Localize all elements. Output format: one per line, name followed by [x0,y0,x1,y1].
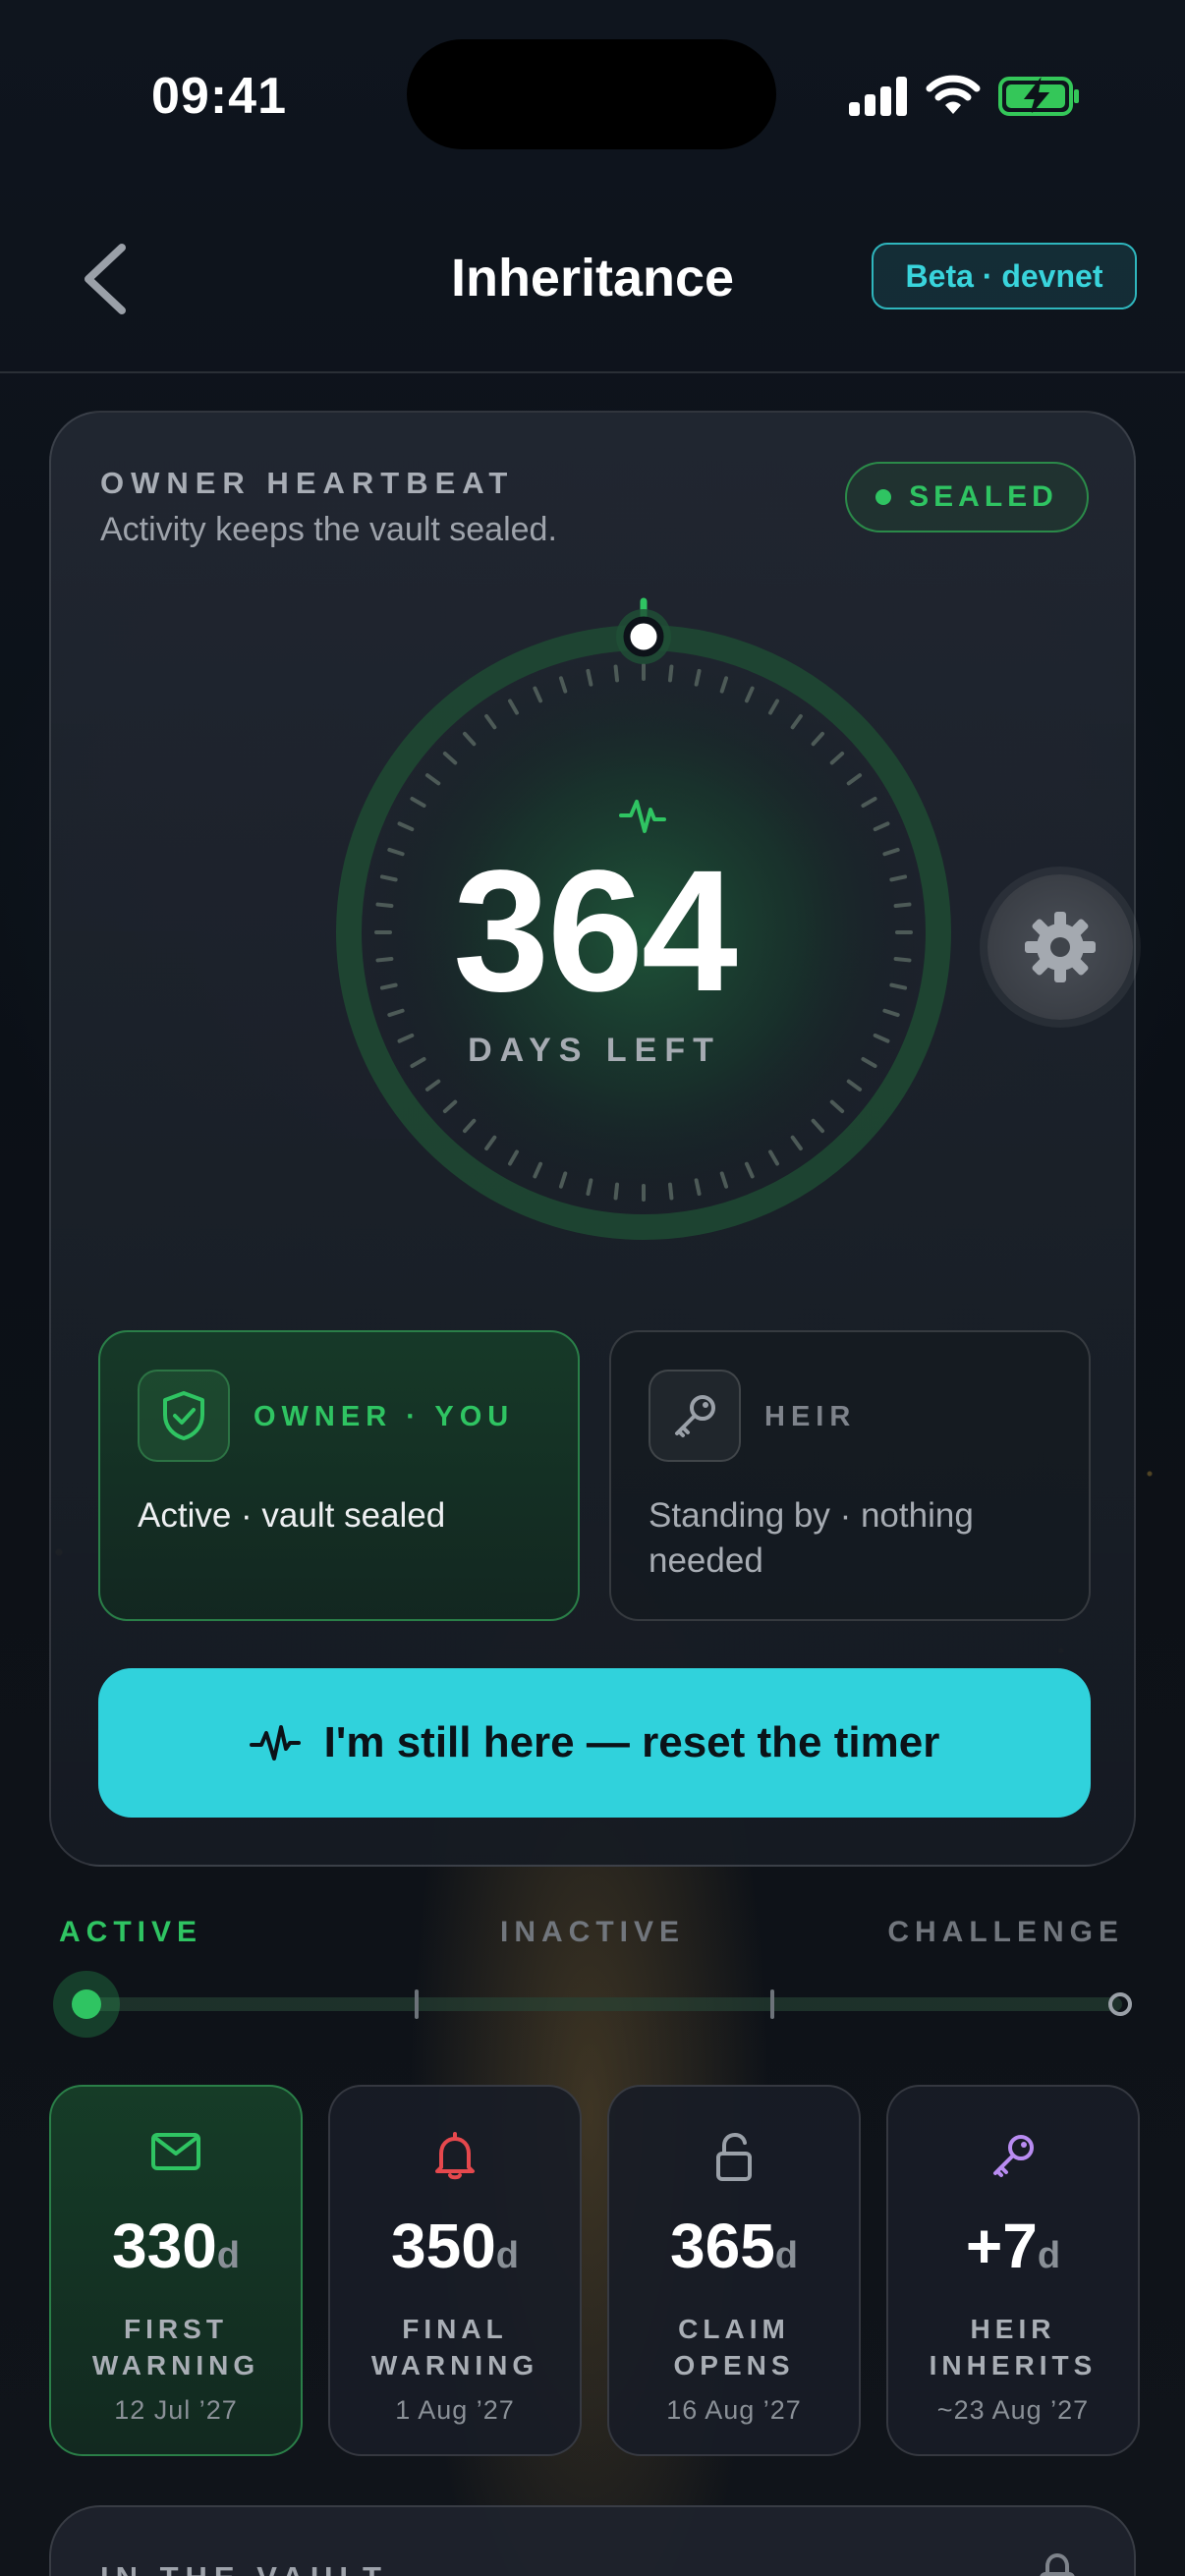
network-badge[interactable]: Beta · devnet [872,243,1137,309]
mail-icon [51,2132,301,2181]
owner-role-card: OWNER · YOU Active · vault sealed [98,1330,580,1621]
timeline-track [86,1997,1122,2011]
settings-gear-button[interactable] [988,874,1133,1020]
owner-role-desc: Active · vault sealed [138,1496,446,1535]
key-icon [888,2132,1138,2181]
nav-bar: Inheritance Beta · devnet [0,196,1185,373]
milestone-card: 330d FIRST WARNING 12 Jul ’27 [49,2085,303,2456]
dial-tick [613,664,620,683]
timeline-stage-challenge: CHALLENGE [887,1916,1124,1948]
dial-tick [667,664,674,683]
milestone-value: 350d [391,2211,519,2281]
lock-icon [1040,2552,1075,2576]
milestone-card: 350d FINAL WARNING 1 Aug ’27 [328,2085,582,2456]
vault-title: IN THE VAULT [100,2560,388,2576]
dial-tick [586,1178,593,1197]
heir-role-label: HEIR [764,1401,857,1432]
sealed-status-label: SEALED [909,480,1058,513]
dial-tick [586,668,593,687]
days-left-value: 364 [453,835,738,1028]
milestone-label: HEIR INHERITS [929,2314,1098,2380]
status-dot [875,489,892,505]
milestone-label: CLAIM OPENS [673,2314,795,2380]
battery-charging-icon [998,77,1079,116]
timeline-end-marker [1108,1992,1132,2016]
heartbeat-card: OWNER HEARTBEAT Activity keeps the vault… [49,411,1136,1867]
heartbeat-title: OWNER HEARTBEAT [100,466,515,500]
heir-role-card: HEIR Standing by · nothing needed [609,1330,1091,1621]
reset-timer-button[interactable]: I'm still here — reset the timer [98,1668,1091,1818]
pulse-icon [249,1725,301,1761]
milestone-date: ~23 Aug ’27 [936,2395,1090,2425]
key-icon [649,1370,741,1462]
milestone-date: 1 Aug ’27 [395,2395,515,2425]
dial-tick [613,1182,620,1201]
shield-check-icon [138,1370,230,1462]
timeline-current-marker [53,1971,120,2038]
bell-icon [330,2132,580,2181]
reset-timer-label: I'm still here — reset the timer [323,1718,940,1766]
signal-icon [849,77,908,116]
dial-tick [694,1178,702,1197]
days-left-label: DAYS LEFT [468,1032,721,1069]
dynamic-island [407,39,776,149]
milestone-label: FIRST WARNING [91,2314,260,2380]
status-bar: 09:41 [0,0,1185,196]
milestone-date: 16 Aug ’27 [666,2395,802,2425]
wifi-icon [926,75,981,114]
timeline-tick [770,1989,774,2019]
milestone-value: +7d [965,2211,1061,2281]
milestone-label: FINAL WARNING [370,2314,539,2380]
unlock-icon [609,2132,859,2181]
milestone-value: 365d [670,2211,798,2281]
milestone-card: +7d HEIR INHERITS ~23 Aug ’27 [886,2085,1140,2456]
dial-tick [667,1182,674,1201]
heir-role-desc: Standing by · nothing needed [649,1496,974,1580]
vault-card: IN THE VAULT [49,2505,1136,2576]
milestone-date: 12 Jul ’27 [114,2395,238,2425]
timeline-tick [415,1989,419,2019]
dial-tick [694,668,702,687]
milestone-value: 330d [112,2211,240,2281]
gear-icon [1025,912,1096,982]
milestone-card: 365d CLAIM OPENS 16 Aug ’27 [607,2085,861,2456]
owner-role-label: OWNER · YOU [254,1401,515,1432]
status-time: 09:41 [151,68,287,125]
sealed-status-badge: SEALED [845,462,1089,532]
heartbeat-subtitle: Activity keeps the vault sealed. [100,511,557,548]
